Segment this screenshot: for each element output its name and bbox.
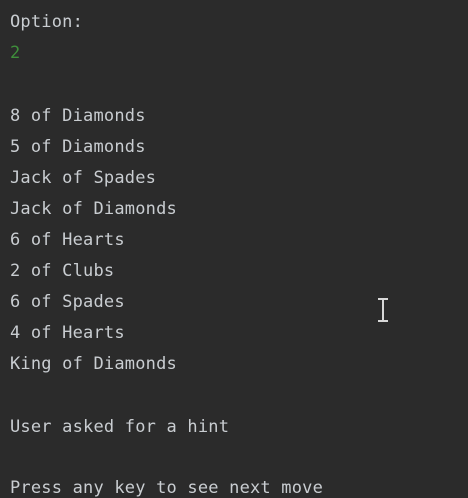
ibeam-bottom-cap [378, 320, 388, 322]
card-line-4: Jack of Diamonds [10, 199, 177, 219]
continue-message: Press any key to see next move [10, 478, 324, 498]
hint-message: User asked for a hint [10, 417, 230, 437]
text-cursor-ibeam-icon [377, 298, 389, 322]
option-input-value: 2 [10, 43, 21, 63]
card-line-5: 6 of Hearts [10, 230, 125, 250]
card-line-8: 4 of Hearts [10, 323, 125, 343]
card-line-9: King of Diamonds [10, 354, 177, 374]
ibeam-stem [382, 300, 384, 320]
card-line-6: 2 of Clubs [10, 261, 115, 281]
option-prompt-label: Option: [10, 12, 84, 32]
card-line-3: Jack of Spades [10, 168, 157, 188]
card-line-7: 6 of Spades [10, 292, 125, 312]
card-line-1: 8 of Diamonds [10, 106, 146, 126]
console-output-panel[interactable]: Option: 2 8 of Diamonds 5 of Diamonds Ja… [0, 0, 468, 498]
card-line-2: 5 of Diamonds [10, 137, 146, 157]
